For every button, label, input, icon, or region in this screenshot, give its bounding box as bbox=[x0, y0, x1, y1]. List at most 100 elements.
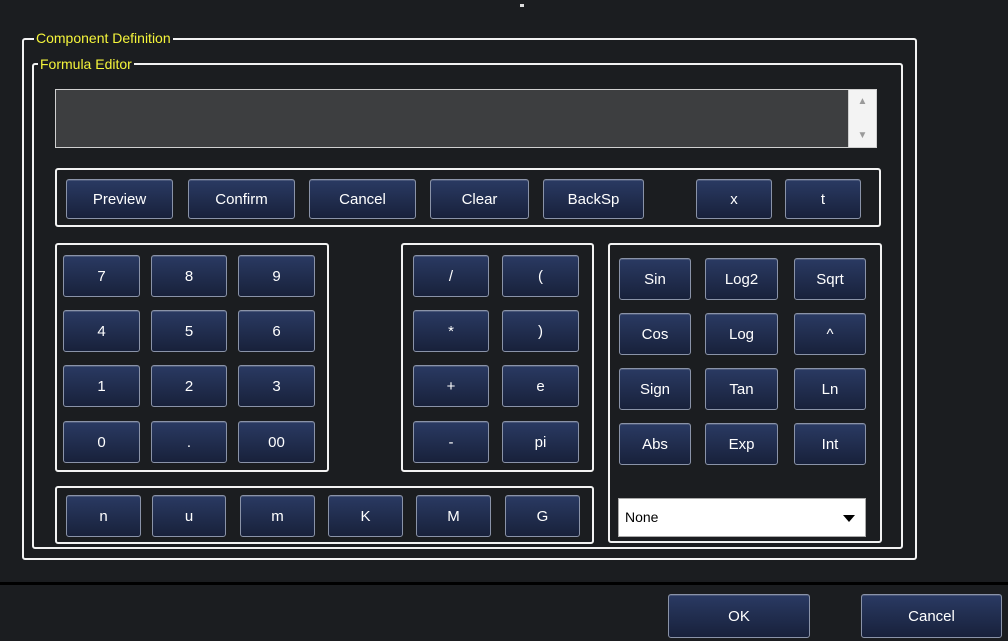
right-paren-button[interactable]: ) bbox=[502, 310, 579, 352]
prefix-m-button[interactable]: m bbox=[240, 495, 315, 537]
cancel-formula-button[interactable]: Cancel bbox=[309, 179, 416, 219]
sign-label: Sign bbox=[639, 380, 671, 398]
prefix-K-label: K bbox=[360, 507, 371, 525]
scroll-up-icon[interactable]: ▲ bbox=[849, 96, 876, 107]
prefix-u-button[interactable]: u bbox=[152, 495, 226, 537]
sign-button[interactable]: Sign bbox=[619, 368, 691, 410]
power-label: ^ bbox=[826, 325, 834, 343]
key-00[interactable]: 00 bbox=[238, 421, 315, 463]
key-9-label: 9 bbox=[272, 267, 281, 285]
top-marker bbox=[520, 4, 524, 7]
multiply-button[interactable]: * bbox=[413, 310, 489, 352]
chevron-down-icon[interactable] bbox=[843, 515, 855, 522]
minus-button[interactable]: - bbox=[413, 421, 489, 463]
key-0[interactable]: 0 bbox=[63, 421, 140, 463]
tan-label: Tan bbox=[729, 380, 754, 398]
power-button[interactable]: ^ bbox=[794, 313, 866, 355]
formula-editor-label: Formula Editor bbox=[38, 56, 134, 72]
unit-select-value: None bbox=[625, 509, 659, 525]
key-00-label: 00 bbox=[268, 433, 285, 451]
int-label: Int bbox=[821, 435, 839, 453]
confirm-label: Confirm bbox=[215, 190, 268, 208]
prefix-m-label: m bbox=[271, 507, 284, 525]
key-6[interactable]: 6 bbox=[238, 310, 315, 352]
ln-button[interactable]: Ln bbox=[794, 368, 866, 410]
key-7-label: 7 bbox=[97, 267, 106, 285]
key-0-label: 0 bbox=[97, 433, 106, 451]
prefix-M-button[interactable]: M bbox=[416, 495, 491, 537]
exp-label: Exp bbox=[728, 435, 755, 453]
prefix-M-label: M bbox=[447, 507, 460, 525]
sin-label: Sin bbox=[644, 270, 666, 288]
left-paren-label: ( bbox=[538, 267, 543, 285]
prefix-u-label: u bbox=[184, 507, 194, 525]
right-paren-label: ) bbox=[538, 322, 543, 340]
x-variable-button[interactable]: x bbox=[696, 179, 772, 219]
plus-button[interactable]: + bbox=[413, 365, 489, 407]
unit-select[interactable]: None bbox=[618, 498, 866, 537]
preview-button[interactable]: Preview bbox=[66, 179, 173, 219]
key-dot-label: . bbox=[186, 433, 192, 451]
key-3-label: 3 bbox=[272, 377, 281, 395]
key-7[interactable]: 7 bbox=[63, 255, 140, 297]
confirm-button[interactable]: Confirm bbox=[188, 179, 295, 219]
cos-button[interactable]: Cos bbox=[619, 313, 691, 355]
left-paren-button[interactable]: ( bbox=[502, 255, 579, 297]
abs-label: Abs bbox=[642, 435, 668, 453]
prefix-n-button[interactable]: n bbox=[66, 495, 141, 537]
cancel-label: Cancel bbox=[908, 607, 955, 625]
key-dot[interactable]: . bbox=[151, 421, 227, 463]
prefix-G-button[interactable]: G bbox=[505, 495, 580, 537]
log2-button[interactable]: Log2 bbox=[705, 258, 778, 300]
cancel-button[interactable]: Cancel bbox=[861, 594, 1002, 638]
divide-button[interactable]: / bbox=[413, 255, 489, 297]
ok-button[interactable]: OK bbox=[668, 594, 810, 638]
backspace-label: BackSp bbox=[567, 190, 620, 208]
preview-label: Preview bbox=[92, 190, 147, 208]
pi-constant-button[interactable]: pi bbox=[502, 421, 579, 463]
cos-label: Cos bbox=[641, 325, 669, 343]
key-2-label: 2 bbox=[184, 377, 194, 395]
t-variable-button[interactable]: t bbox=[785, 179, 861, 219]
clear-button[interactable]: Clear bbox=[430, 179, 529, 219]
formula-display[interactable]: ▲ ▼ bbox=[55, 89, 877, 148]
key-8-label: 8 bbox=[184, 267, 194, 285]
e-constant-label: e bbox=[536, 377, 545, 395]
key-9[interactable]: 9 bbox=[238, 255, 315, 297]
key-5[interactable]: 5 bbox=[151, 310, 227, 352]
backspace-button[interactable]: BackSp bbox=[543, 179, 644, 219]
dialog-footer bbox=[0, 585, 1008, 641]
exp-button[interactable]: Exp bbox=[705, 423, 778, 465]
log-button[interactable]: Log bbox=[705, 313, 778, 355]
x-variable-label: x bbox=[730, 190, 738, 208]
component-definition-label: Component Definition bbox=[34, 30, 173, 46]
formula-scrollbar[interactable]: ▲ ▼ bbox=[848, 90, 876, 147]
key-1-label: 1 bbox=[97, 377, 106, 395]
cancel-formula-label: Cancel bbox=[339, 190, 386, 208]
scroll-down-icon[interactable]: ▼ bbox=[849, 130, 876, 141]
int-button[interactable]: Int bbox=[794, 423, 866, 465]
t-variable-label: t bbox=[820, 190, 826, 208]
ln-label: Ln bbox=[821, 380, 839, 398]
key-8[interactable]: 8 bbox=[151, 255, 227, 297]
key-1[interactable]: 1 bbox=[63, 365, 140, 407]
abs-button[interactable]: Abs bbox=[619, 423, 691, 465]
prefix-n-label: n bbox=[99, 507, 108, 525]
key-6-label: 6 bbox=[272, 322, 281, 340]
divide-label: / bbox=[448, 267, 454, 285]
key-4-label: 4 bbox=[97, 322, 106, 340]
prefix-K-button[interactable]: K bbox=[328, 495, 403, 537]
log2-label: Log2 bbox=[724, 270, 759, 288]
tan-button[interactable]: Tan bbox=[705, 368, 778, 410]
sin-button[interactable]: Sin bbox=[619, 258, 691, 300]
sqrt-button[interactable]: Sqrt bbox=[794, 258, 866, 300]
key-3[interactable]: 3 bbox=[238, 365, 315, 407]
multiply-label: * bbox=[448, 322, 454, 340]
sqrt-label: Sqrt bbox=[816, 270, 844, 288]
minus-label: - bbox=[448, 433, 454, 451]
log-label: Log bbox=[728, 325, 755, 343]
key-4[interactable]: 4 bbox=[63, 310, 140, 352]
clear-label: Clear bbox=[461, 190, 498, 208]
key-2[interactable]: 2 bbox=[151, 365, 227, 407]
e-constant-button[interactable]: e bbox=[502, 365, 579, 407]
